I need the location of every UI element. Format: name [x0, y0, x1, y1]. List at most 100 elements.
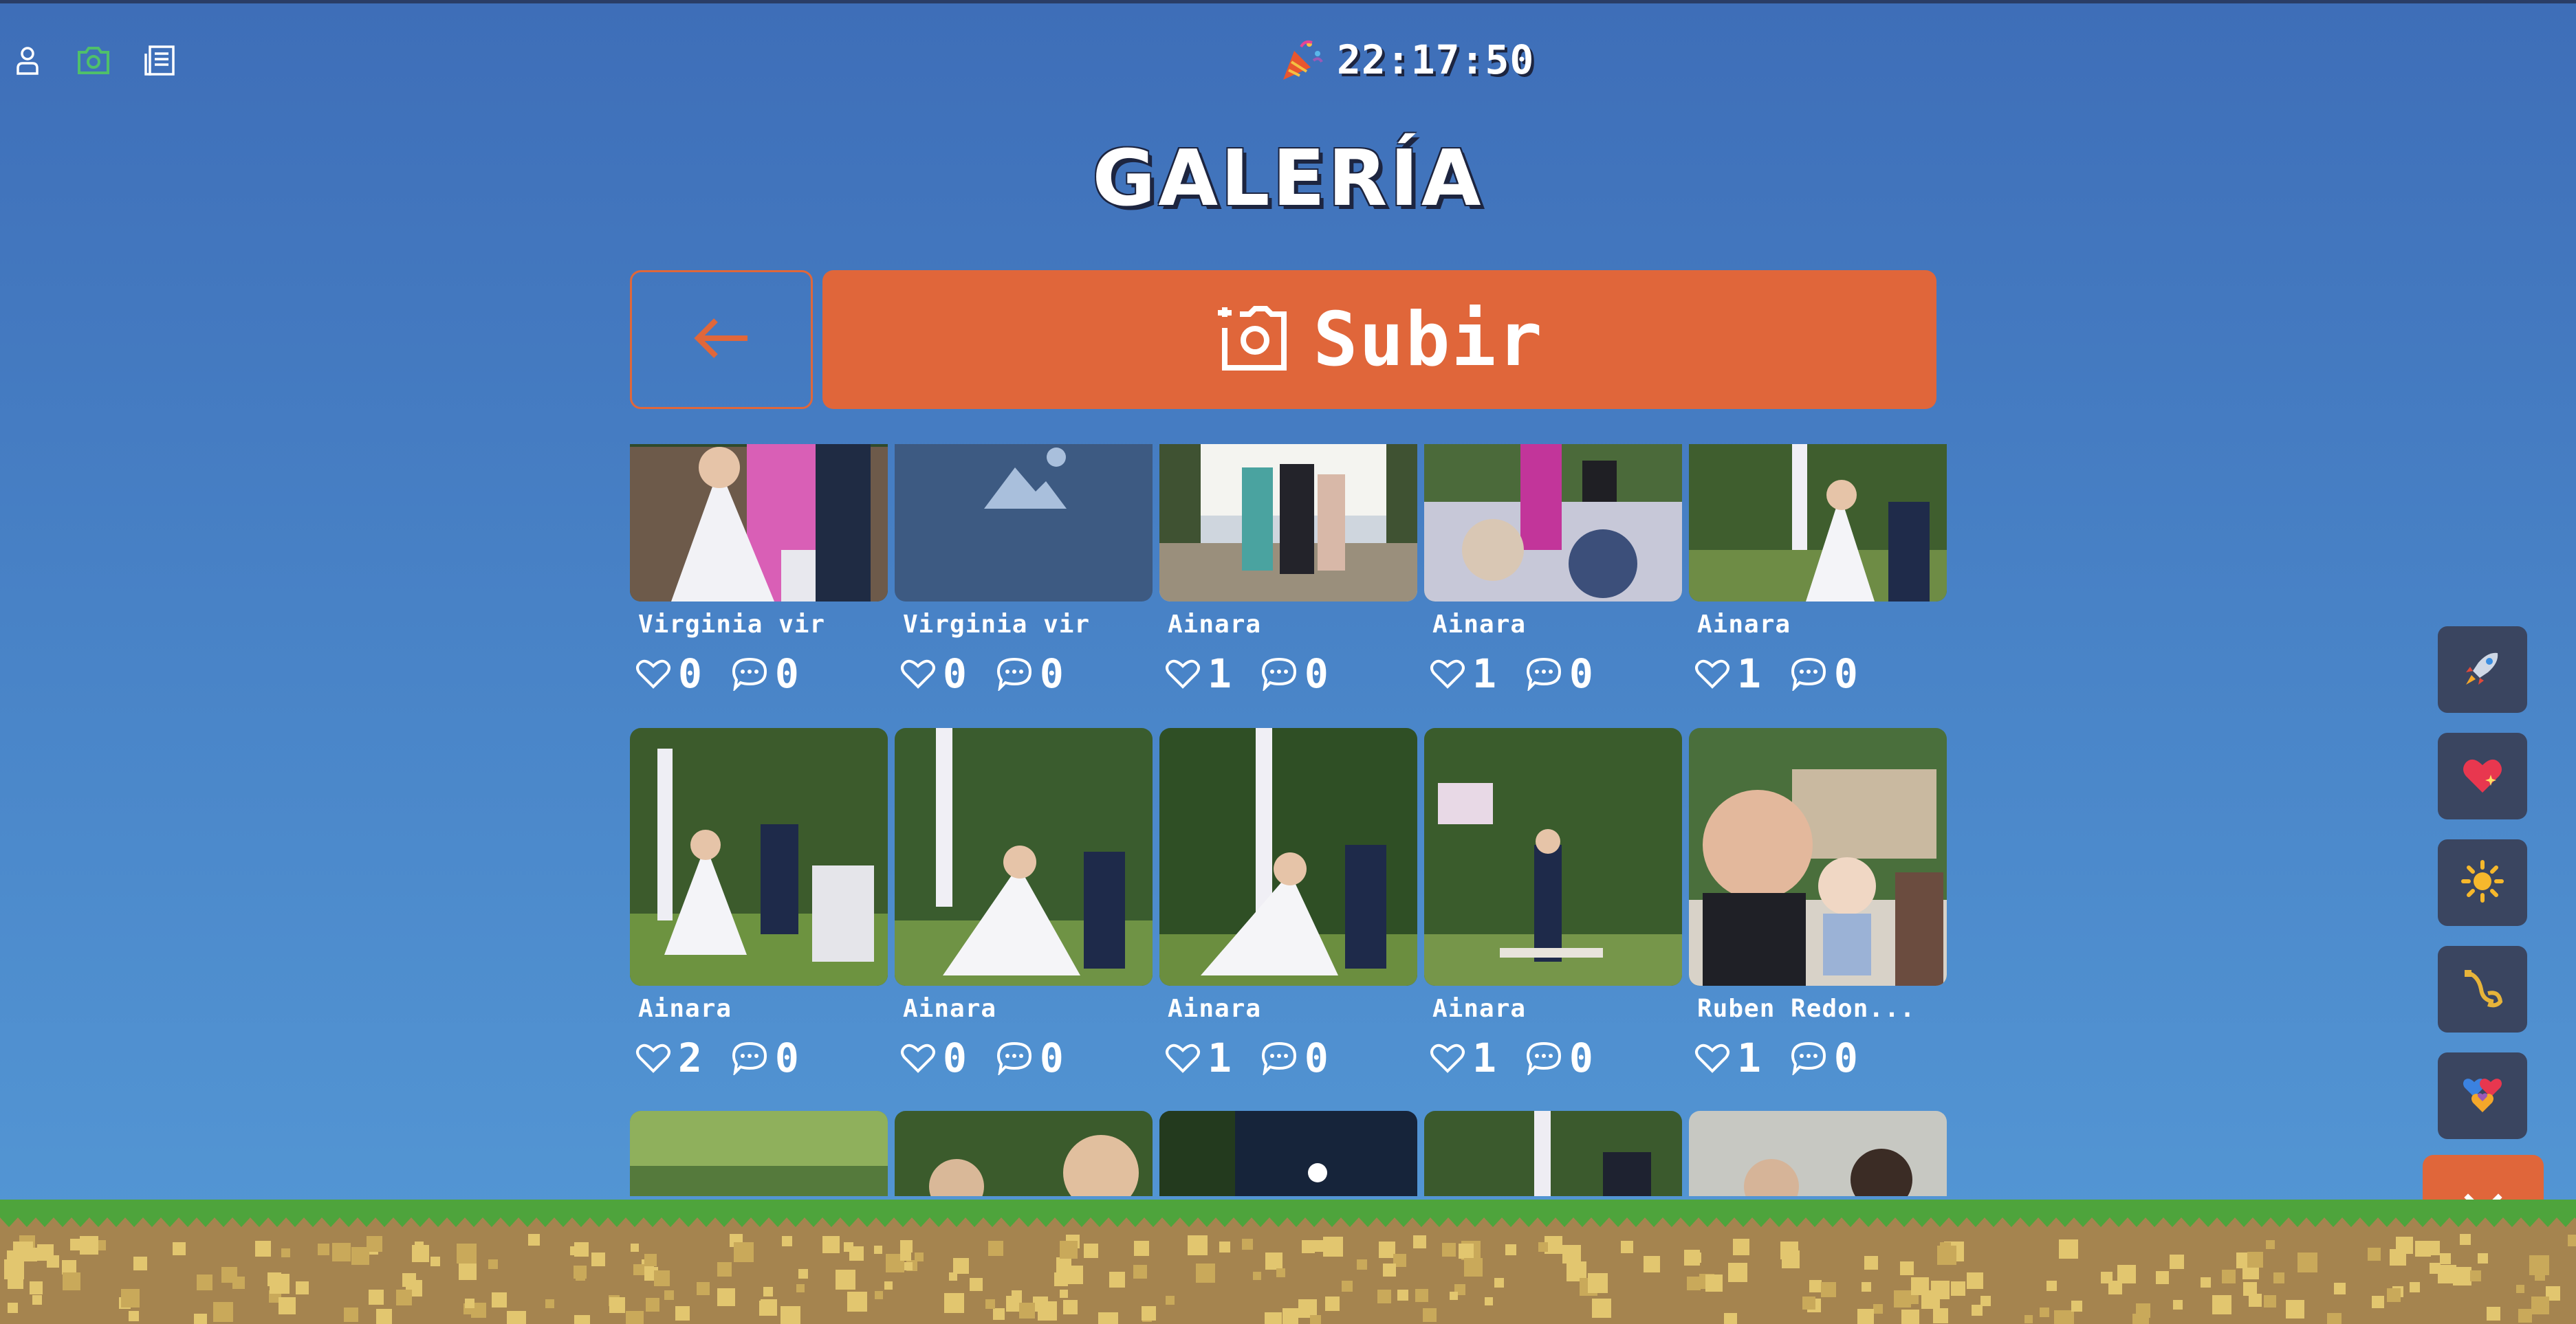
comment-button[interactable]: 0 [1525, 1035, 1593, 1081]
photo-thumbnail[interactable] [1424, 444, 1682, 602]
comment-icon [1261, 1041, 1296, 1075]
countdown: 22:17:50 [1279, 36, 1534, 84]
profile-icon[interactable] [10, 43, 45, 78]
heart-icon [901, 659, 935, 689]
photo-card[interactable]: Ainara 1 0 [1159, 728, 1417, 1081]
photo-card[interactable] [1689, 1111, 1947, 1196]
hearts-button[interactable] [2438, 1052, 2527, 1139]
comment-button[interactable]: 0 [1525, 650, 1593, 697]
photo-card[interactable]: Ainara 1 0 [1159, 444, 1417, 697]
like-button[interactable]: 1 [1165, 650, 1232, 697]
photo-card[interactable] [630, 1111, 888, 1196]
photo-author: Ainara [903, 995, 997, 1023]
heart-icon [1166, 659, 1200, 689]
photo-thumbnail[interactable] [1159, 1111, 1417, 1196]
photo-thumbnail[interactable] [1689, 728, 1947, 986]
like-button[interactable]: 1 [1430, 1035, 1496, 1081]
comment-count: 0 [1833, 650, 1858, 697]
sun-button[interactable] [2438, 839, 2527, 926]
photo-author: Ainara [1697, 610, 1791, 639]
photo-author: Ainara [1432, 995, 1527, 1023]
like-button[interactable]: 2 [635, 1035, 702, 1081]
photo-thumbnail[interactable] [1689, 444, 1947, 602]
news-icon[interactable] [142, 43, 177, 78]
rocket-icon [2460, 646, 2504, 693]
comment-button[interactable]: 0 [1260, 650, 1329, 697]
back-button[interactable] [630, 270, 813, 409]
photo-card[interactable]: Ainara 1 0 [1424, 728, 1682, 1081]
like-button[interactable]: 0 [900, 650, 967, 697]
photo-stats: 1 0 [1165, 650, 1357, 697]
like-button[interactable]: 1 [1694, 1035, 1761, 1081]
photo-card[interactable]: Ruben Redon... 1 0 [1689, 728, 1947, 1081]
comment-icon [1261, 657, 1296, 691]
countdown-time: 22:17:50 [1337, 36, 1535, 83]
photo-thumbnail[interactable] [1159, 728, 1417, 986]
comment-count: 0 [1039, 1035, 1064, 1081]
comment-icon [732, 1041, 767, 1075]
photo-stats: 1 0 [1165, 1035, 1357, 1081]
photo-card[interactable] [895, 1111, 1153, 1196]
arrow-left-icon [692, 316, 750, 363]
photo-thumbnail[interactable] [895, 1111, 1153, 1196]
comment-count: 0 [1833, 1035, 1858, 1081]
like-button[interactable]: 1 [1430, 650, 1496, 697]
photo-card[interactable]: Ainara 2 0 [630, 728, 888, 1081]
horn-button[interactable] [2438, 946, 2527, 1033]
photo-card[interactable] [1159, 1111, 1417, 1196]
like-count: 1 [1208, 650, 1232, 697]
comment-icon [996, 657, 1032, 691]
heart-icon [1166, 1044, 1200, 1073]
heart-icon [1430, 1044, 1465, 1073]
like-button[interactable]: 0 [900, 1035, 967, 1081]
party-popper-icon [1279, 37, 1324, 82]
photo-card[interactable]: Ainara 1 0 [1689, 444, 1947, 697]
like-count: 1 [1737, 650, 1761, 697]
photo-thumbnail[interactable] [630, 1111, 888, 1196]
photo-thumbnail[interactable] [1689, 1111, 1947, 1196]
like-count: 1 [1472, 650, 1496, 697]
upload-button[interactable]: Subir [822, 270, 1936, 409]
comment-button[interactable]: 0 [1260, 1035, 1329, 1081]
like-button[interactable]: 0 [635, 650, 702, 697]
heart-icon [1430, 659, 1465, 689]
gallery-camera-icon[interactable] [76, 43, 111, 78]
photo-thumbnail[interactable] [1424, 1111, 1682, 1196]
photo-card[interactable]: Ainara 0 0 [895, 728, 1153, 1081]
photo-stats: 1 0 [1694, 1035, 1887, 1081]
like-button[interactable]: 1 [1165, 1035, 1232, 1081]
like-button[interactable]: 1 [1694, 650, 1761, 697]
rocket-button[interactable] [2438, 626, 2527, 713]
like-count: 0 [678, 650, 702, 697]
photo-placeholder[interactable] [895, 444, 1153, 602]
photo-card[interactable]: Virginia vir 0 0 [630, 444, 888, 697]
comment-icon [1526, 657, 1561, 691]
comment-count: 0 [774, 650, 799, 697]
comment-button[interactable]: 0 [731, 1035, 799, 1081]
comment-button[interactable]: 0 [996, 1035, 1064, 1081]
photo-stats: 2 0 [635, 1035, 828, 1081]
photo-thumbnail[interactable] [1424, 728, 1682, 986]
top-border [0, 0, 2576, 3]
photo-card[interactable]: Ainara 1 0 [1424, 444, 1682, 697]
comment-count: 0 [1569, 1035, 1593, 1081]
photo-thumbnail[interactable] [1159, 444, 1417, 602]
photo-thumbnail[interactable] [630, 444, 888, 602]
heart-icon [901, 1044, 935, 1073]
header-nav [10, 40, 177, 81]
photo-card[interactable]: Virginia vir 0 0 [895, 444, 1153, 697]
comment-button[interactable]: 0 [996, 650, 1064, 697]
comment-count: 0 [1569, 650, 1593, 697]
comment-button[interactable]: 0 [731, 650, 799, 697]
comment-button[interactable]: 0 [1790, 650, 1858, 697]
love-button[interactable] [2438, 733, 2527, 819]
photo-card[interactable] [1424, 1111, 1682, 1196]
hearts-bouquet-icon [2460, 1074, 2504, 1118]
like-count: 1 [1472, 1035, 1496, 1081]
photo-thumbnail[interactable] [630, 728, 888, 986]
like-count: 2 [678, 1035, 702, 1081]
heart-icon [1695, 1044, 1729, 1073]
comment-button[interactable]: 0 [1790, 1035, 1858, 1081]
comment-count: 0 [1304, 650, 1329, 697]
photo-thumbnail[interactable] [895, 728, 1153, 986]
